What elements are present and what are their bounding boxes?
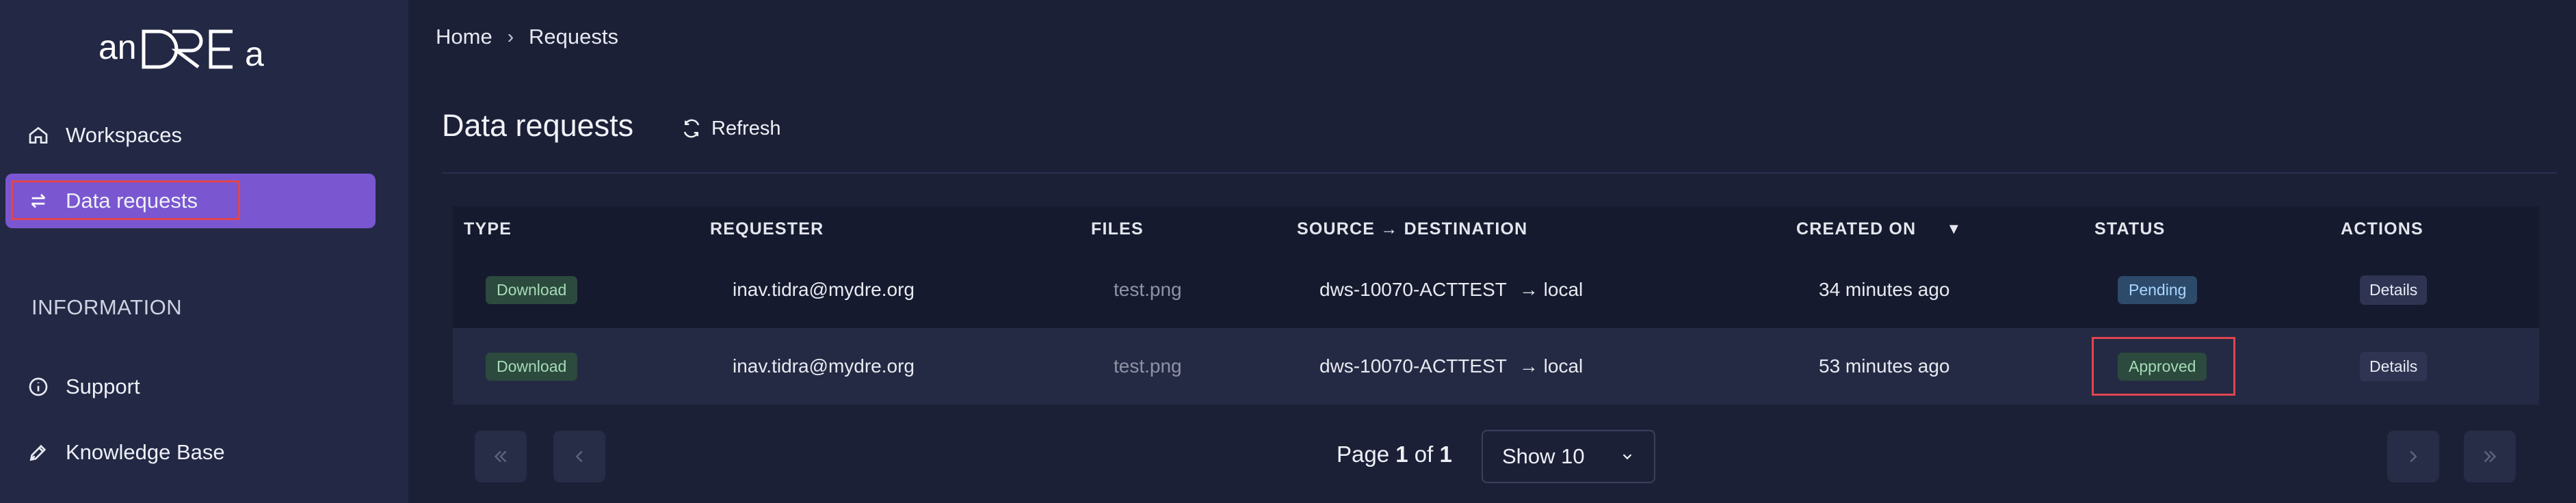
double-chevron-right-icon (2484, 450, 2497, 463)
header-source-destination: SOURCE → DESTINATION (1297, 219, 1528, 239)
section-title-information: INFORMATION (31, 295, 183, 319)
next-page-button[interactable] (2387, 431, 2439, 482)
page-of: of (1408, 441, 1440, 467)
refresh-icon (683, 119, 700, 138)
highlight-box (11, 180, 240, 220)
info-circle-icon (26, 375, 51, 399)
last-page-button[interactable] (2464, 431, 2516, 482)
source-destination-cell: dws-10070-ACTTEST → local (1319, 328, 1583, 405)
pen-nib-icon (26, 440, 51, 465)
status-badge: Pending (2118, 275, 2198, 304)
total-pages: 1 (1439, 441, 1452, 467)
table-row: Download inav.tidra@mydre.org test.png d… (453, 252, 2539, 328)
destination-text: → local (1519, 355, 1583, 377)
breadcrumb-separator: › (507, 26, 514, 47)
destination-text: → local (1519, 279, 1583, 300)
page-size-value: Show 10 (1502, 444, 1585, 468)
source-destination-cell: dws-10070-ACTTEST → local (1319, 252, 1583, 328)
app-logo[interactable]: an a (96, 19, 287, 77)
double-chevron-left-icon (494, 450, 507, 463)
highlight-box (2092, 337, 2235, 396)
sidebar-item-workspaces[interactable]: Workspaces (5, 108, 376, 163)
header-requester: REQUESTER (710, 219, 824, 239)
requester-cell: inav.tidra@mydre.org (733, 279, 915, 300)
sidebar-item-label: Knowledge Base (66, 440, 225, 464)
home-icon (26, 123, 51, 148)
sidebar-item-data-requests[interactable]: Data requests (5, 174, 376, 228)
requests-table: TYPE REQUESTER FILES SOURCE → DESTINATIO… (453, 206, 2539, 405)
sidebar-item-label: Support (66, 375, 140, 398)
details-button[interactable]: Details (2360, 275, 2428, 305)
sidebar: an a Workspaces Data requests INFORMATIO… (0, 0, 408, 503)
sidebar-item-support[interactable]: Support (5, 359, 376, 414)
files-cell: test.png (1114, 279, 1182, 300)
svg-text:a: a (245, 35, 264, 73)
page-prefix: Page (1337, 441, 1396, 467)
files-cell: test.png (1114, 355, 1182, 377)
sidebar-item-knowledge-base[interactable]: Knowledge Base (5, 425, 376, 480)
sort-desc-icon[interactable]: ▼ (1946, 220, 1962, 238)
header-status: STATUS (2094, 219, 2166, 239)
header-created-on-label: CREATED ON (1796, 219, 1917, 239)
sidebar-item-label: Workspaces (66, 123, 182, 147)
divider (442, 172, 2557, 174)
breadcrumb-home[interactable]: Home (436, 25, 492, 49)
chevron-left-icon (575, 450, 583, 463)
andrea-logo-icon: an a (98, 28, 264, 73)
breadcrumb: Home › Requests (436, 22, 618, 52)
source-text: dws-10070-ACTTEST (1319, 279, 1507, 300)
breadcrumb-current: Requests (529, 25, 618, 49)
chevron-down-icon (1622, 454, 1632, 460)
first-page-button[interactable] (475, 431, 527, 482)
previous-page-button[interactable] (553, 431, 605, 482)
chevron-right-icon (2410, 450, 2417, 463)
header-type: TYPE (464, 219, 512, 239)
header-created-on[interactable]: CREATED ON ▼ (1796, 206, 1962, 252)
page-indicator: Page 1 of 1 (1337, 441, 1452, 467)
header-actions: ACTIONS (2341, 219, 2423, 239)
type-badge: Download (486, 352, 578, 381)
refresh-button[interactable]: Refresh (681, 112, 781, 145)
svg-text:an: an (98, 28, 137, 66)
details-button[interactable]: Details (2360, 351, 2428, 381)
page-title: Data requests (442, 108, 634, 143)
requester-cell: inav.tidra@mydre.org (733, 355, 915, 377)
source-text: dws-10070-ACTTEST (1319, 355, 1507, 377)
page-size-select[interactable]: Show 10 (1482, 430, 1655, 483)
created-on-cell: 34 minutes ago (1819, 279, 1950, 300)
header-files: FILES (1091, 219, 1144, 239)
refresh-label: Refresh (711, 117, 781, 139)
type-badge: Download (486, 275, 578, 304)
current-page: 1 (1395, 441, 1408, 467)
created-on-cell: 53 minutes ago (1819, 355, 1950, 377)
table-header: TYPE REQUESTER FILES SOURCE → DESTINATIO… (453, 206, 2539, 252)
